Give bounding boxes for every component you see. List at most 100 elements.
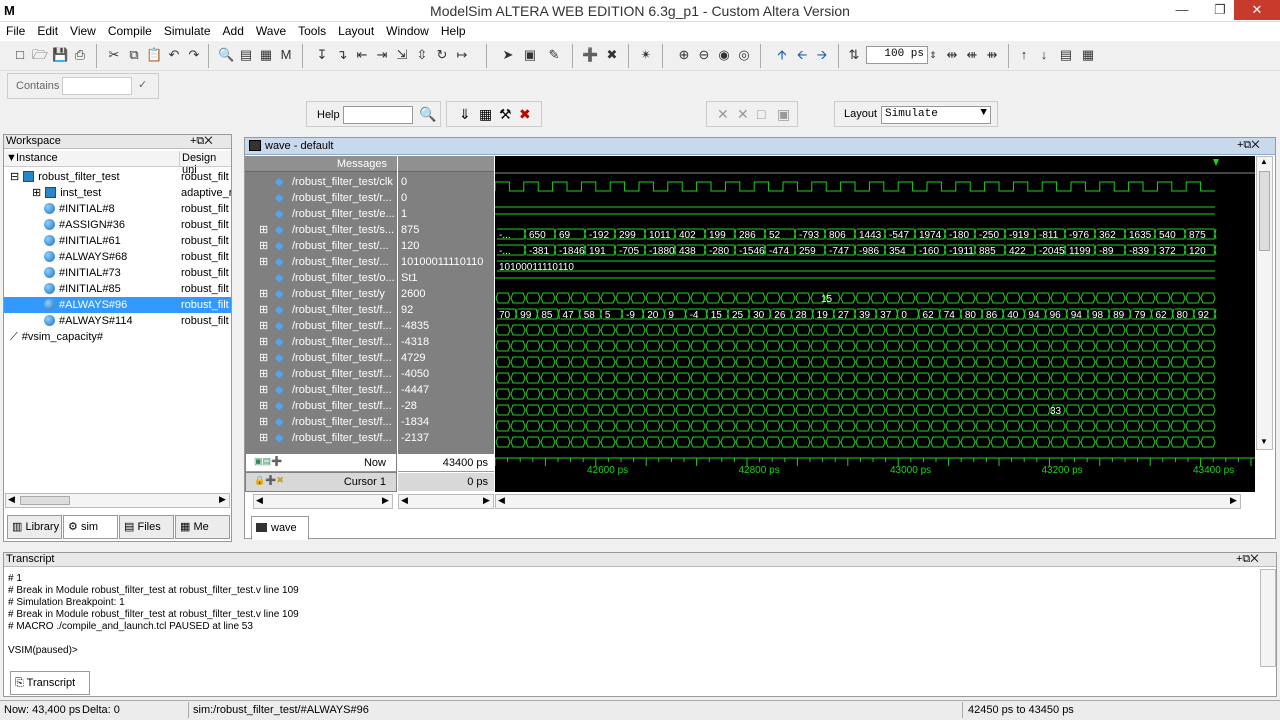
undo-icon[interactable]: ↶ xyxy=(166,47,182,63)
grid-icon[interactable]: ▦ xyxy=(479,106,492,123)
wave-hscroll[interactable]: ◀ ▶ xyxy=(495,494,1241,509)
menu-file[interactable]: File xyxy=(0,22,31,38)
transcript-vscroll[interactable] xyxy=(1260,569,1276,667)
spinner-icon[interactable]: ⇕ xyxy=(928,47,938,63)
pointer-icon[interactable]: ➤ xyxy=(500,47,516,63)
tab-library[interactable]: ▥ Library xyxy=(7,515,62,539)
compile-x-icon[interactable]: ✕ xyxy=(717,106,729,123)
layout-select[interactable]: Simulate ▼ xyxy=(881,106,991,124)
values-hscroll[interactable]: ◀ ▶ xyxy=(398,494,494,509)
expander-icon[interactable]: ⊞ xyxy=(259,366,268,382)
menu-edit[interactable]: Edit xyxy=(31,22,64,38)
signal-row[interactable]: ◆ /robust_filter_test/o... xyxy=(245,270,397,286)
tree-row[interactable]: #INITIAL#73 robust_filt xyxy=(4,265,231,281)
wave-vscroll[interactable]: ▲ ▼ xyxy=(1256,156,1273,450)
signal-row[interactable]: ◆ /robust_filter_test/clk xyxy=(245,174,397,190)
now-icons[interactable]: ▣▤➕ xyxy=(254,456,282,467)
performance-icon[interactable]: ▤ xyxy=(1058,47,1074,63)
help-input[interactable] xyxy=(343,106,413,124)
break-icon[interactable]: ⇳ xyxy=(414,47,430,63)
tab-wave[interactable]: wave xyxy=(251,516,309,540)
find-next-icon[interactable]: ↓ xyxy=(1036,47,1052,63)
redo-icon[interactable]: ↷ xyxy=(186,47,202,63)
copy-icon[interactable]: ⧉ xyxy=(126,47,142,63)
wave-panel-controls-icon[interactable]: +⧉✕ xyxy=(1237,139,1260,152)
delete-cursor-icon[interactable]: ✖ xyxy=(604,47,620,63)
edit-mode-icon[interactable]: ✎ xyxy=(546,47,562,63)
menu-window[interactable]: Window xyxy=(380,22,435,38)
compile-icon[interactable]: ▤ xyxy=(238,47,254,63)
run-icon[interactable]: ↦ xyxy=(454,47,470,63)
menu-view[interactable]: View xyxy=(64,22,102,38)
expander-icon[interactable]: ⊞ xyxy=(259,254,268,270)
minimize-button[interactable]: — xyxy=(1166,0,1198,20)
compile-all-icon[interactable]: ▦ xyxy=(258,47,274,63)
tab-transcript[interactable]: ⎘ Transcript xyxy=(10,671,90,695)
run-continue-icon[interactable]: ⇺ xyxy=(964,47,980,63)
expander-icon[interactable]: ⊞ xyxy=(259,398,268,414)
signal-row[interactable]: ⊞ ◆ /robust_filter_test/... xyxy=(245,254,397,270)
expander-icon[interactable]: ⊞ xyxy=(259,350,268,366)
close-button[interactable]: ✕ xyxy=(1234,0,1280,20)
menu-add[interactable]: Add xyxy=(217,22,250,38)
signal-row[interactable]: ⊞ ◆ /robust_filter_test/f... xyxy=(245,366,397,382)
menu-simulate[interactable]: Simulate xyxy=(158,22,217,38)
tree-row[interactable]: ⊞ inst_test adaptive_r xyxy=(4,185,231,201)
scroll-left-icon[interactable]: ◀ xyxy=(8,494,15,505)
tab-sim[interactable]: ⚙ sim xyxy=(63,515,118,539)
expander-icon[interactable]: ⊞ xyxy=(259,430,268,446)
menu-wave[interactable]: Wave xyxy=(250,22,292,38)
compile-x2-icon[interactable]: ✕ xyxy=(737,106,749,123)
maximize-button[interactable]: ❐ xyxy=(1204,0,1236,20)
tree-row[interactable]: ⊟ robust_filter_test robust_filt xyxy=(4,169,231,185)
transcript-controls-icon[interactable]: +⧉✕ xyxy=(1236,553,1259,566)
signal-row[interactable]: ⊞ ◆ /robust_filter_test/f... xyxy=(245,318,397,334)
help-search-icon[interactable]: 🔍 xyxy=(419,106,436,123)
scroll-right-icon[interactable]: ▶ xyxy=(219,494,226,505)
signal-row[interactable]: ◆ /robust_filter_test/e... xyxy=(245,206,397,222)
menu-compile[interactable]: Compile xyxy=(102,22,158,38)
expander-icon[interactable]: ⊞ xyxy=(32,187,41,199)
tree-row[interactable]: #ASSIGN#36 robust_filt xyxy=(4,217,231,233)
workspace-hscroll[interactable]: ◀ ▶ xyxy=(5,493,230,508)
expander-icon[interactable]: ⊞ xyxy=(259,318,268,334)
continue-icon[interactable]: ⇲ xyxy=(394,47,410,63)
expander-icon[interactable]: ⊞ xyxy=(259,382,268,398)
signal-row[interactable]: ⊞ ◆ /robust_filter_test/... xyxy=(245,238,397,254)
tree-row[interactable]: #INITIAL#85 robust_filt xyxy=(4,281,231,297)
find-icon[interactable]: 🔍 xyxy=(218,47,234,63)
arrow-right-icon[interactable]: 🡪 xyxy=(814,47,830,63)
names-hscroll[interactable]: ◀ ▶ xyxy=(253,494,393,509)
tree-row[interactable]: #ALWAYS#68 robust_filt xyxy=(4,249,231,265)
expander-icon[interactable]: ⊞ xyxy=(259,334,268,350)
simulate-icon[interactable]: M xyxy=(278,47,294,63)
find-previous-icon[interactable]: ↑ xyxy=(1016,47,1032,63)
signal-row[interactable]: ⊞ ◆ /robust_filter_test/f... xyxy=(245,334,397,350)
save-layout-icon[interactable]: ⇓ xyxy=(459,106,471,123)
panel-controls-icon[interactable]: +⧉✕ xyxy=(190,135,213,148)
memory-icon[interactable]: ▦ xyxy=(1080,47,1096,63)
expander-icon[interactable]: ⊞ xyxy=(259,414,268,430)
zoom-out-icon[interactable]: ⊖ xyxy=(696,47,712,63)
cut-icon[interactable]: ✂ xyxy=(106,47,122,63)
run-icon-2[interactable]: ⇹ xyxy=(944,47,960,63)
vscroll-thumb[interactable] xyxy=(1259,171,1270,251)
signal-row[interactable]: ⊞ ◆ /robust_filter_test/f... xyxy=(245,350,397,366)
step-into-icon[interactable]: ⇥ xyxy=(374,47,390,63)
zoom-mode-icon[interactable]: ▣ xyxy=(522,47,538,63)
menu-tools[interactable]: Tools xyxy=(292,22,332,38)
open-folder-icon[interactable]: 🗁 xyxy=(32,47,48,63)
tree-row[interactable]: #INITIAL#61 robust_filt xyxy=(4,233,231,249)
signal-row[interactable]: ⊞ ◆ /robust_filter_test/f... xyxy=(245,302,397,318)
waveform-canvas[interactable]: -... 650 69 -192 299 1011 402 199 286 52 -793 806 14… xyxy=(495,156,1255,472)
doc2-icon[interactable]: ▣ xyxy=(777,106,790,123)
expander-icon[interactable]: ⊞ xyxy=(259,222,268,238)
expander-icon[interactable]: ⊞ xyxy=(259,238,268,254)
step-out-icon[interactable]: ⇤ xyxy=(354,47,370,63)
arrow-left-icon[interactable]: 🡨 xyxy=(794,47,810,63)
expander-icon[interactable]: ⊞ xyxy=(259,286,268,302)
signal-row[interactable]: ⊞ ◆ /robust_filter_test/s... xyxy=(245,222,397,238)
signal-row[interactable]: ⊞ ◆ /robust_filter_test/f... xyxy=(245,398,397,414)
signal-row[interactable]: ⊞ ◆ /robust_filter_test/f... xyxy=(245,414,397,430)
col-instance[interactable]: Instance xyxy=(16,152,58,164)
